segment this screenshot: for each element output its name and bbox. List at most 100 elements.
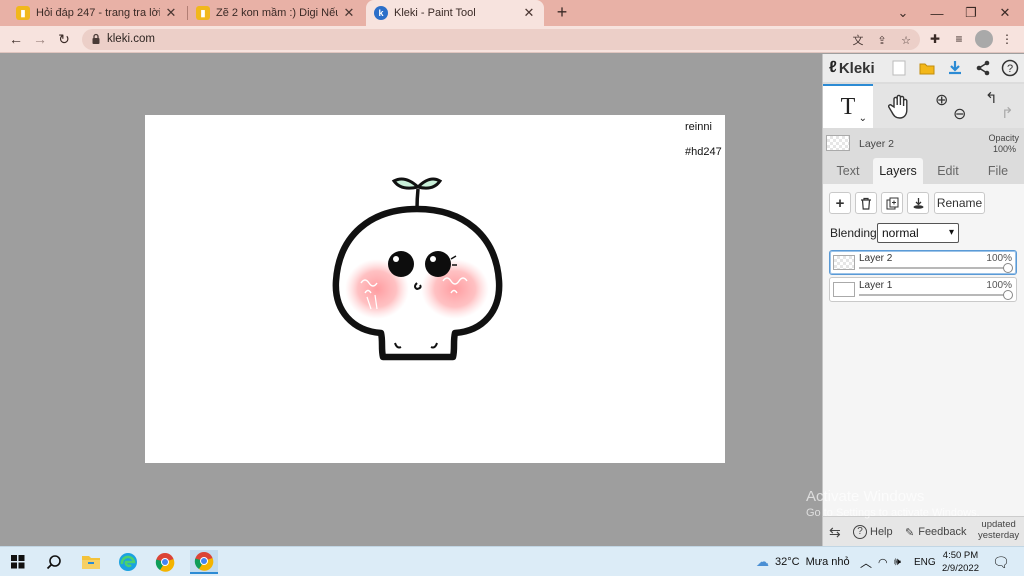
media-control-icon[interactable]: ≡ bbox=[950, 30, 968, 48]
hand-tool-button[interactable] bbox=[875, 84, 925, 128]
file-explorer-icon[interactable] bbox=[79, 550, 103, 574]
zoom-buttons: ⊕ ⊖ bbox=[927, 84, 975, 128]
chevron-down-icon: ▾ bbox=[948, 227, 954, 238]
tab-text[interactable]: Text bbox=[823, 158, 873, 184]
zoom-out-icon[interactable]: ⊖ bbox=[953, 104, 966, 124]
new-tab-button[interactable]: + bbox=[552, 2, 572, 22]
text-tool-icon: T bbox=[840, 93, 856, 120]
swap-sides-icon[interactable]: ⇆ bbox=[829, 522, 841, 542]
language-indicator[interactable]: ENG bbox=[914, 547, 936, 576]
sprout-character-drawing bbox=[332, 177, 503, 361]
restore-icon[interactable]: ❐ bbox=[954, 0, 988, 26]
edge-browser-icon[interactable] bbox=[116, 550, 140, 574]
tab-search-icon[interactable]: ⌄ bbox=[886, 0, 920, 26]
kleki-tabs: Text Layers Edit File bbox=[823, 158, 1024, 184]
current-layer-thumbnail bbox=[826, 135, 850, 151]
layer-opacity-slider[interactable] bbox=[859, 294, 1008, 296]
plus-icon: + bbox=[835, 194, 845, 212]
reload-icon[interactable]: ↻ bbox=[54, 29, 74, 49]
layer-opacity-slider-handle[interactable] bbox=[1003, 263, 1013, 273]
help-icon: ? bbox=[853, 525, 867, 539]
rename-layer-button[interactable]: Rename bbox=[934, 192, 985, 214]
menu-kebab-icon[interactable]: ⋮ bbox=[998, 30, 1016, 48]
kleki-toolbar: T ⌄ ⊕ ⊖ ↰ ↱ bbox=[823, 84, 1024, 128]
url-text: kleki.com bbox=[107, 33, 155, 45]
tab-edit[interactable]: Edit bbox=[923, 158, 973, 184]
close-tab-icon[interactable]: ✕ bbox=[342, 5, 356, 21]
close-tab-icon[interactable]: ✕ bbox=[522, 5, 536, 21]
help-icon[interactable]: ? bbox=[1000, 58, 1020, 78]
help-button[interactable]: ? Help bbox=[853, 522, 893, 542]
notification-icon[interactable]: 🗨 bbox=[992, 547, 1010, 576]
browser-toolbar: ← → ↻ kleki.com 文 ⇪ ☆ ✚ ≡ ⋮ bbox=[0, 26, 1024, 53]
minimize-icon[interactable]: — bbox=[920, 0, 954, 26]
back-icon[interactable]: ← bbox=[6, 29, 26, 49]
layer-item-layer-2[interactable]: Layer 2 100% bbox=[829, 250, 1017, 275]
search-icon[interactable] bbox=[42, 550, 66, 574]
profile-avatar[interactable] bbox=[975, 30, 993, 48]
chrome-icon[interactable] bbox=[153, 550, 177, 574]
chevron-down-icon[interactable]: ⌄ bbox=[859, 113, 867, 124]
share-icon[interactable] bbox=[973, 58, 993, 78]
wifi-icon[interactable]: ◠ bbox=[878, 547, 888, 576]
address-bar[interactable]: kleki.com 文 ⇪ ☆ bbox=[82, 29, 920, 50]
show-hidden-icons-chevron-icon[interactable]: ︿ bbox=[860, 547, 872, 576]
chrome-profile-app-icon[interactable] bbox=[190, 550, 218, 574]
zoom-in-icon[interactable]: ⊕ bbox=[935, 90, 948, 110]
volume-icon[interactable]: 🕪 bbox=[894, 547, 901, 576]
tab-layers[interactable]: Layers bbox=[873, 158, 923, 184]
kleki-footer: ⇆ ? Help ✎ Feedback updated yesterday bbox=[823, 516, 1024, 546]
clock[interactable]: 4:50 PM 2/9/2022 bbox=[942, 547, 979, 576]
undo-icon[interactable]: ↰ bbox=[985, 89, 998, 107]
blending-mode-value: normal bbox=[882, 226, 919, 240]
kleki-logo[interactable]: ℓ Kleki bbox=[829, 58, 875, 78]
text-tool-button[interactable]: T ⌄ bbox=[823, 84, 873, 128]
clock-date: 2/9/2022 bbox=[942, 563, 979, 574]
tab-hoidap[interactable]: ▮ Hỏi đáp 247 - trang tra lời ✕ bbox=[8, 0, 186, 26]
duplicate-icon bbox=[886, 197, 898, 209]
tab-ze-2-kon-mam[interactable]: ▮ Zẽ 2 kon mầm :) Digi Nếu cóa ý c ✕ bbox=[188, 0, 364, 26]
close-tab-icon[interactable]: ✕ bbox=[164, 5, 178, 21]
delete-layer-button[interactable] bbox=[855, 192, 877, 214]
tab-title: Kleki - Paint Tool bbox=[394, 7, 476, 19]
canvas-workspace[interactable]: reinni #hd247 bbox=[0, 54, 822, 546]
tab-kleki[interactable]: k Kleki - Paint Tool ✕ bbox=[366, 0, 544, 26]
tab-file[interactable]: File bbox=[973, 158, 1023, 184]
canvas-tag-text: #hd247 bbox=[685, 146, 722, 158]
layer-opacity-slider[interactable] bbox=[859, 267, 1008, 269]
layer-opacity-slider-handle[interactable] bbox=[1003, 290, 1013, 300]
close-window-icon[interactable]: ✕ bbox=[988, 0, 1022, 26]
share-icon[interactable]: ⇪ bbox=[874, 32, 890, 48]
forward-icon[interactable]: → bbox=[30, 29, 50, 49]
opacity-value: 100% bbox=[992, 144, 1016, 154]
new-image-icon[interactable] bbox=[889, 58, 909, 78]
updated-line-2: yesterday bbox=[978, 530, 1020, 541]
kleki-logo-text: Kleki bbox=[838, 59, 875, 77]
hoidap-icon: ▮ bbox=[16, 6, 30, 20]
feedback-icon: ✎ bbox=[905, 526, 915, 539]
tab-title: Hỏi đáp 247 - trang tra lời bbox=[36, 7, 160, 19]
current-layer-name: Layer 2 bbox=[859, 138, 895, 150]
weather-widget[interactable]: ☁ 32°C Mưa nhỏ bbox=[756, 547, 850, 576]
duplicate-layer-button[interactable] bbox=[881, 192, 903, 214]
redo-icon[interactable]: ↱ bbox=[1001, 104, 1014, 122]
hand-icon bbox=[888, 94, 908, 119]
layer-item-layer-1[interactable]: Layer 1 100% bbox=[829, 277, 1017, 302]
feedback-label: Feedback bbox=[918, 526, 967, 538]
layers-panel: + Rename Blending normal ▾ Layer 2 100% … bbox=[823, 184, 1024, 516]
blending-mode-select[interactable]: normal ▾ bbox=[877, 223, 959, 243]
drawing-canvas[interactable]: reinni #hd247 bbox=[145, 115, 725, 463]
feedback-button[interactable]: ✎ Feedback bbox=[905, 522, 967, 542]
merge-layer-button[interactable] bbox=[907, 192, 929, 214]
opacity-label: Opacity bbox=[988, 133, 1019, 143]
lock-icon bbox=[92, 33, 100, 44]
updated-badge[interactable]: updated yesterday bbox=[978, 519, 1020, 541]
add-layer-button[interactable]: + bbox=[829, 192, 851, 214]
hoidap-icon: ▮ bbox=[196, 6, 210, 20]
windows-start-icon[interactable] bbox=[6, 550, 30, 574]
bookmark-star-icon[interactable]: ☆ bbox=[898, 32, 914, 48]
download-icon[interactable] bbox=[945, 58, 965, 78]
open-folder-icon[interactable] bbox=[917, 58, 937, 78]
extensions-icon[interactable]: ✚ bbox=[926, 30, 944, 48]
translate-icon[interactable]: 文 bbox=[850, 32, 866, 48]
